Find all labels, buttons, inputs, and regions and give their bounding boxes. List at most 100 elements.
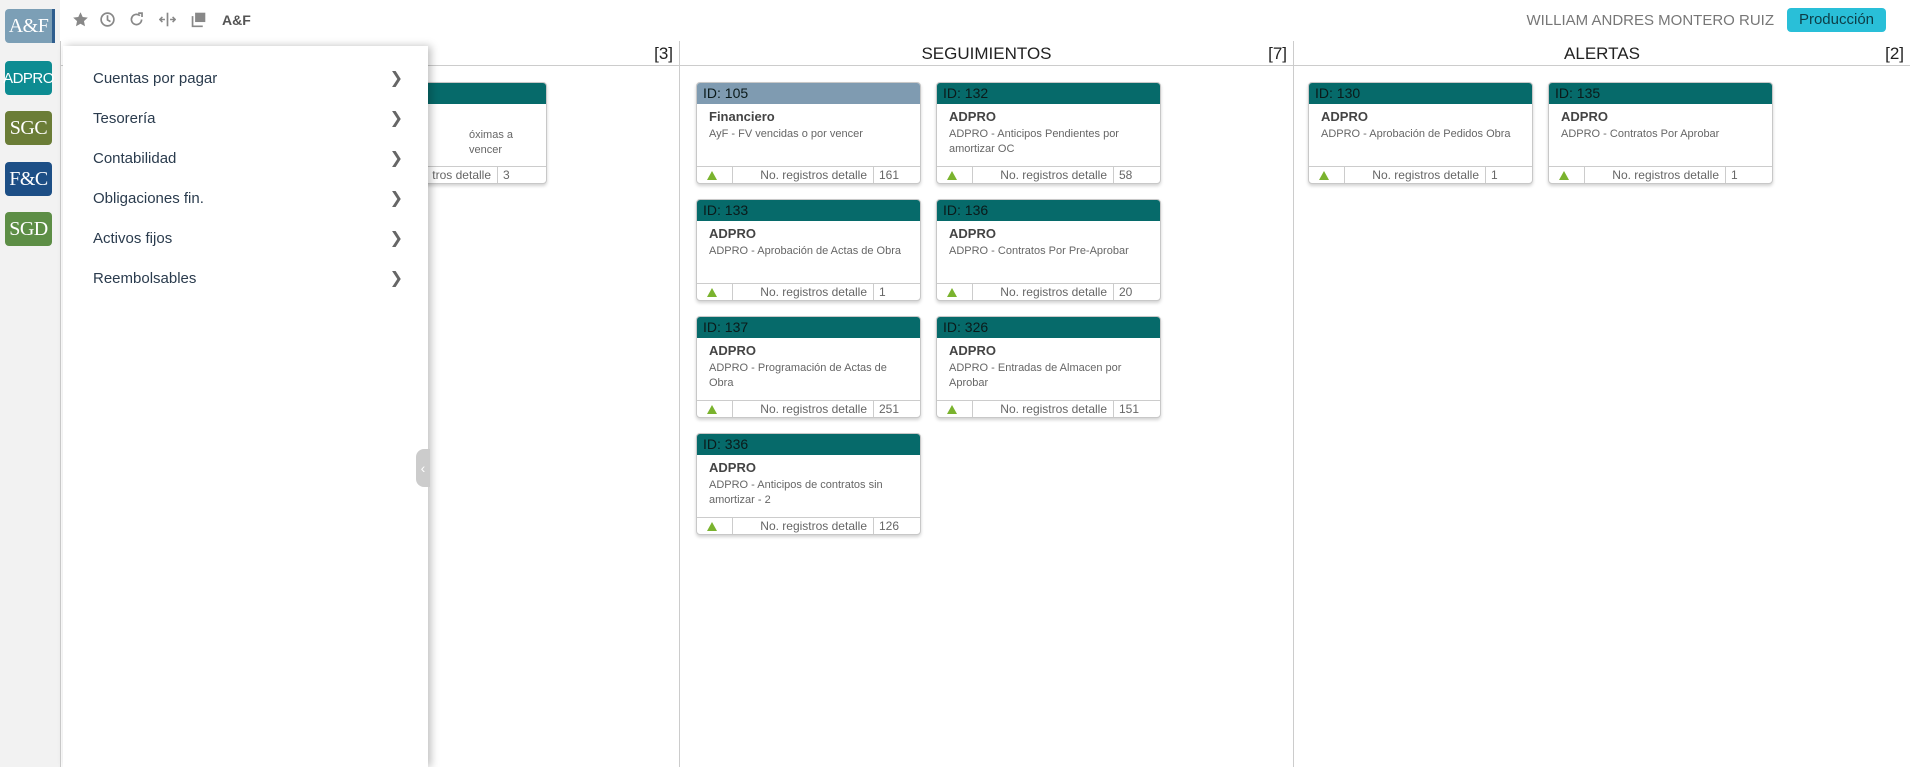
- menu-item-label: Cuentas por pagar: [93, 69, 218, 87]
- card-title: ADPRO: [949, 343, 996, 358]
- card[interactable]: ID: 133 ADPRO ADPRO - Aprobación de Actas …: [696, 199, 921, 301]
- menu-item-contabilidad[interactable]: Contabilidad ❯: [93, 143, 403, 173]
- triangle-up-icon[interactable]: [1549, 167, 1585, 183]
- collapse-menu-button[interactable]: ‹: [416, 449, 430, 487]
- triangle-up-icon[interactable]: [937, 167, 973, 183]
- card-id: ID: 135: [1549, 83, 1772, 104]
- card-id: ID: 136: [937, 200, 1160, 221]
- card[interactable]: ID: 326 ADPRO ADPRO - Entradas de Almacen …: [936, 316, 1161, 418]
- card-id: ID: 133: [697, 200, 920, 221]
- card-footer: No. registros detalle 58: [937, 166, 1160, 183]
- card[interactable]: ID: 336 ADPRO ADPRO - Anticipos de contrat…: [696, 433, 921, 535]
- card-id: ID: 326: [937, 317, 1160, 338]
- module-af-button[interactable]: A&F: [5, 9, 55, 43]
- windows-icon[interactable]: [188, 9, 208, 29]
- star-icon[interactable]: [70, 9, 90, 29]
- navigation-menu: Cuentas por pagar ❯ Tesorería ❯ Contabil…: [63, 46, 428, 767]
- menu-item-label: Tesorería: [93, 109, 156, 127]
- card-footer-label: No. registros detalle: [973, 284, 1114, 300]
- card-description: ADPRO - Programación de Actas de Obra: [709, 362, 887, 389]
- menu-item-label: Obligaciones fin.: [93, 189, 204, 207]
- card-footer: No. registros detalle 1: [1309, 166, 1532, 183]
- card-count: 126: [879, 519, 900, 533]
- card-title: ADPRO: [949, 226, 996, 241]
- card-count: 251: [879, 402, 900, 416]
- refresh-icon[interactable]: [126, 9, 146, 29]
- card-count: 1: [1491, 168, 1498, 182]
- card-description: ADPRO - Aprobación de Pedidos Obra: [1321, 128, 1511, 140]
- card-id: ID: 336: [697, 434, 920, 455]
- menu-item-cuentas-por-pagar[interactable]: Cuentas por pagar ❯: [93, 63, 403, 93]
- card-id: ID: 132: [937, 83, 1160, 104]
- menu-item-activos-fijos[interactable]: Activos fijos ❯: [93, 223, 403, 253]
- card[interactable]: ID: 132 ADPRO ADPRO - Anticipos Pendientes…: [936, 82, 1161, 184]
- card-count: 1: [1731, 168, 1738, 182]
- card-title: Financiero: [709, 109, 775, 124]
- chevron-left-icon: ‹: [420, 460, 426, 476]
- module-sgc-button[interactable]: SGC: [5, 111, 52, 145]
- card-footer-label: No. registros detalle: [733, 401, 874, 417]
- card-footer: No. registros detalle 1: [1549, 166, 1772, 183]
- card-footer-label: No. registros detalle: [733, 284, 874, 300]
- card[interactable]: ID: 136 ADPRO ADPRO - Contratos Por Pre-Ap…: [936, 199, 1161, 301]
- card-footer-label: No. registros detalle: [733, 167, 874, 183]
- triangle-up-icon[interactable]: [697, 401, 733, 417]
- chevron-right-icon: ❯: [389, 70, 403, 87]
- card-footer: No. registros detalle 20: [937, 283, 1160, 300]
- card[interactable]: ID: 105 Financiero AyF - FV vencidas o por…: [696, 82, 921, 184]
- menu-item-tesoreria[interactable]: Tesorería ❯: [93, 103, 403, 133]
- card-footer: No. registros detalle 161: [697, 166, 920, 183]
- card-title: ADPRO: [949, 109, 996, 124]
- card-footer-label: No. registros detalle: [733, 518, 874, 534]
- card-count: 161: [879, 168, 900, 182]
- module-title: A&F: [222, 12, 251, 28]
- column-header: SEGUIMIENTOS [7]: [680, 41, 1293, 66]
- module-sgd-button[interactable]: SGD: [5, 212, 52, 246]
- card[interactable]: ID: 135 ADPRO ADPRO - Contratos Por Aproba…: [1548, 82, 1773, 184]
- card-description: ADPRO - Anticipos de contratos sin amort…: [709, 479, 883, 506]
- column-count: [2]: [1885, 44, 1904, 63]
- menu-item-label: Contabilidad: [93, 149, 177, 167]
- chevron-right-icon: ❯: [389, 110, 403, 127]
- triangle-up-icon[interactable]: [1309, 167, 1345, 183]
- column-header: ALERTAS [2]: [1294, 41, 1910, 66]
- card-description: AyF - FV vencidas o por vencer: [709, 128, 863, 140]
- card-title: ADPRO: [709, 226, 756, 241]
- environment-badge: Producción: [1786, 8, 1886, 32]
- menu-item-label: Reembolsables: [93, 269, 197, 287]
- card-footer-label: No. registros detalle: [973, 401, 1114, 417]
- menu-item-label: Activos fijos: [93, 229, 173, 247]
- column-title: ALERTAS: [1564, 44, 1640, 63]
- card-title: ADPRO: [709, 460, 756, 475]
- card-description: ADPRO - Entradas de Almacen por Aprobar: [949, 362, 1122, 389]
- user-name[interactable]: WILLIAM ANDRES MONTERO RUIZ: [1526, 12, 1774, 29]
- card-footer-label: No. registros detalle: [1345, 167, 1486, 183]
- card[interactable]: ID: 137 ADPRO ADPRO - Programación de Acta…: [696, 316, 921, 418]
- column-alertas: ALERTAS [2] ID: 130 ADPRO ADPRO - Aprobaci…: [1293, 41, 1910, 767]
- module-rail: A&F ADPRO SGC F&C SGD: [0, 0, 60, 767]
- chevron-right-icon: ❯: [389, 230, 403, 247]
- menu-item-reembolsables[interactable]: Reembolsables ❯: [93, 263, 403, 293]
- card-footer: No. registros detalle 126: [697, 517, 920, 534]
- card-count: 58: [1119, 168, 1133, 182]
- card-id: ID: 137: [697, 317, 920, 338]
- module-adpro-button[interactable]: ADPRO: [3, 61, 54, 95]
- card-count: 20: [1119, 285, 1133, 299]
- column-title: SEGUIMIENTOS: [921, 44, 1052, 63]
- chevron-right-icon: ❯: [389, 270, 403, 287]
- module-fc-button[interactable]: F&C: [5, 162, 52, 196]
- split-view-icon[interactable]: [157, 9, 177, 29]
- triangle-up-icon[interactable]: [937, 401, 973, 417]
- card-title: ADPRO: [709, 343, 756, 358]
- triangle-up-icon[interactable]: [697, 284, 733, 300]
- card[interactable]: ID: 130 ADPRO ADPRO - Aprobación de Pedido…: [1308, 82, 1533, 184]
- clock-icon[interactable]: [97, 9, 117, 29]
- column-seguimientos: SEGUIMIENTOS [7] ID: 105 Financiero AyF - …: [679, 41, 1293, 767]
- triangle-up-icon[interactable]: [697, 518, 733, 534]
- triangle-up-icon[interactable]: [937, 284, 973, 300]
- triangle-up-icon[interactable]: [697, 167, 733, 183]
- card-count: 1: [879, 285, 886, 299]
- menu-item-obligaciones[interactable]: Obligaciones fin. ❯: [93, 183, 403, 213]
- card-id: ID: 105: [697, 83, 920, 104]
- chevron-right-icon: ❯: [389, 190, 403, 207]
